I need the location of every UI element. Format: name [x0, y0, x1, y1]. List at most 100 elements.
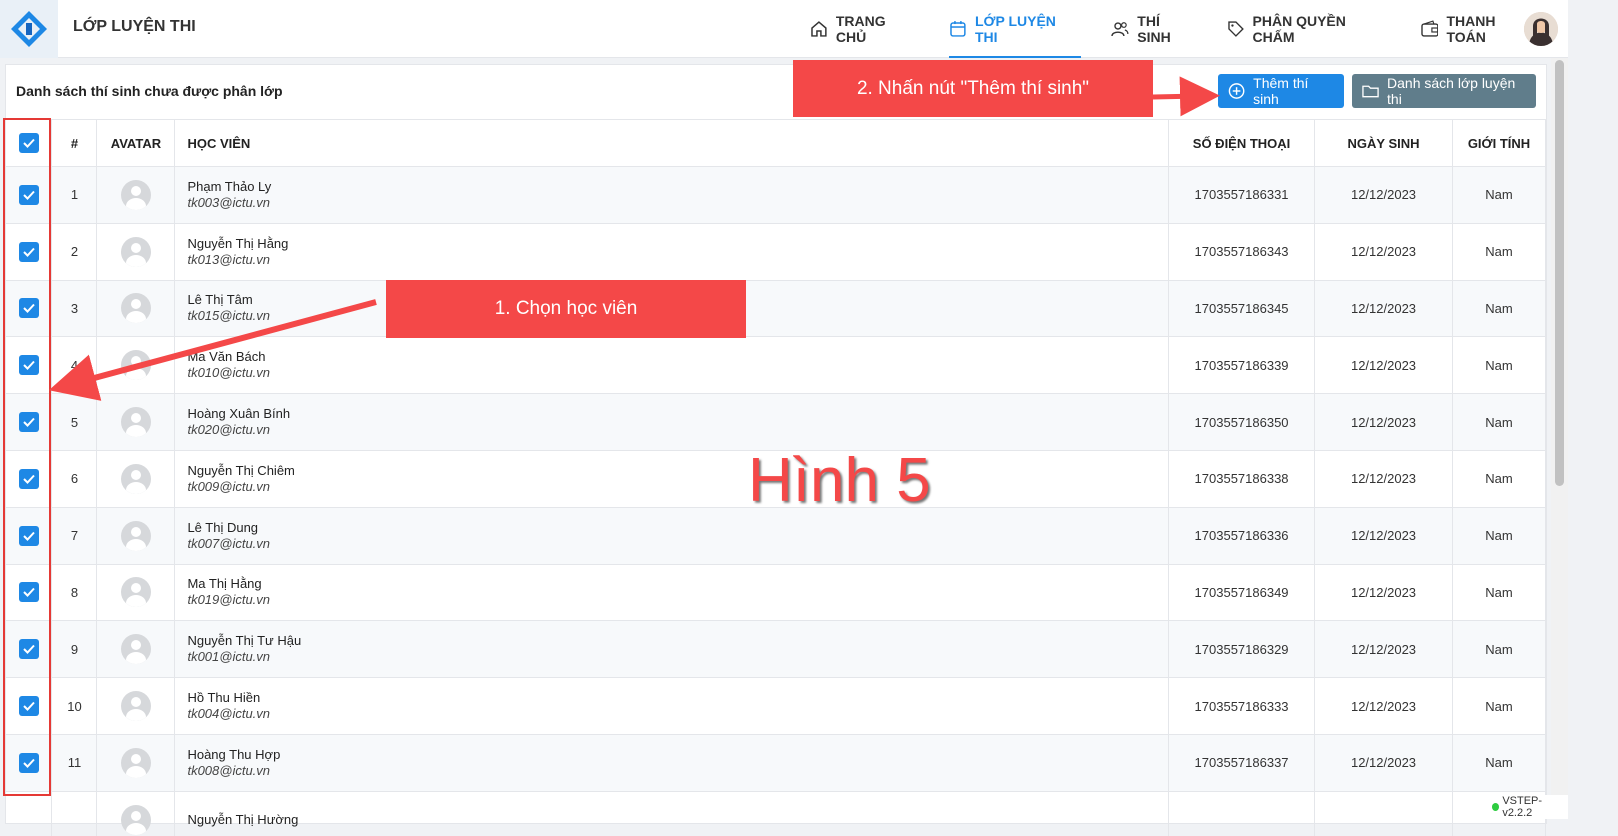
student-name: Nguyễn Thị Hường [187, 811, 299, 827]
table-row[interactable]: 10 Hồ Thu Hiền tk004@ictu.vn 1703557186333 1… [6, 677, 1546, 735]
row-phone: 1703557186339 [1168, 336, 1316, 395]
row-student-cell: Lê Thị Dung tk007@ictu.vn [174, 507, 1170, 565]
row-gender: Nam [1452, 564, 1546, 622]
row-student-cell: Nguyễn Thị Hường [174, 791, 1170, 836]
row-avatar-cell [96, 223, 176, 281]
avatar [120, 236, 151, 267]
student-name: Nguyễn Thị Chiêm [187, 462, 295, 478]
avatar [120, 804, 151, 835]
table-row[interactable]: 3 Lê Thị Tâm tk015@ictu.vn 1703557186345 12/… [6, 280, 1546, 338]
student-name: Ma Thị Hằng [187, 576, 262, 592]
plus-circle-icon [1228, 83, 1245, 99]
row-avatar-cell [96, 677, 176, 735]
figure-label: Hình 5 [748, 446, 931, 515]
student-email: tk009@ictu.vn [187, 478, 271, 494]
row-student-cell: Nguyễn Thị Hằng tk013@ictu.vn [174, 223, 1170, 281]
unassigned-candidates-panel: Danh sách thí sinh chưa được phân lớp Th… [5, 64, 1547, 836]
version-label: VSTEP-v2.2.2 [1502, 795, 1543, 819]
home-icon [811, 21, 827, 37]
row-phone: 1703557186333 [1168, 677, 1316, 735]
row-phone: 1703557186350 [1168, 393, 1316, 451]
student-email: tk019@ictu.vn [187, 592, 271, 608]
scrollbar-thumb[interactable] [1555, 60, 1564, 486]
student-email: tk008@ictu.vn [187, 762, 271, 778]
add-candidate-label: Thêm thí sinh [1253, 75, 1309, 107]
nav-payment[interactable]: THANH TOÁN [1420, 0, 1538, 58]
row-gender: Nam [1452, 507, 1546, 565]
row-avatar-cell [96, 791, 176, 836]
row-index: 9 [51, 620, 98, 679]
nav-home[interactable]: TRANG CHỦ [810, 0, 919, 58]
student-email: tk010@ictu.vn [187, 365, 271, 381]
row-index: 2 [51, 223, 98, 281]
table-row[interactable]: 2 Nguyễn Thị Hằng tk013@ictu.vn 17035571863… [6, 223, 1546, 281]
tag-icon [1227, 21, 1244, 37]
table-row[interactable]: 8 Ma Thị Hằng tk019@ictu.vn 1703557186349 12… [6, 564, 1546, 622]
page-scrollbar[interactable] [1551, 58, 1568, 810]
col-dob-header: NGÀY SINH [1314, 119, 1453, 167]
col-student-header: HỌC VIÊN [174, 119, 1170, 167]
user-avatar[interactable] [1524, 12, 1558, 46]
table-row[interactable]: 1 Phạm Thảo Ly tk003@ictu.vn 1703557186331 1… [6, 166, 1546, 224]
user-photo-icon [1524, 12, 1558, 46]
nav-classes[interactable]: LỚP LUYỆN THI [949, 0, 1082, 58]
table-row[interactable]: 4 Ma Văn Bách tk010@ictu.vn 1703557186339 12… [6, 336, 1546, 395]
row-avatar-cell [96, 393, 176, 451]
add-candidate-button[interactable]: Thêm thí sinh [1218, 74, 1344, 108]
row-dob [1314, 791, 1453, 836]
student-name: Lê Thị Dung [187, 519, 259, 535]
row-avatar-cell [96, 507, 176, 565]
row-phone: 1703557186331 [1168, 166, 1316, 224]
table-row[interactable]: Nguyễn Thị Hường [6, 791, 1546, 836]
top-header: LỚP LUYỆN THI TRANG CHỦ LỚP LUYỆN THI TH… [0, 0, 1568, 58]
row-student-cell: Hoàng Thu Hợp tk008@ictu.vn [174, 734, 1170, 792]
row-dob: 12/12/2023 [1314, 336, 1453, 395]
step1-callout: 1. Chọn học viên [386, 280, 746, 338]
row-gender: Nam [1452, 734, 1546, 792]
student-email: tk004@ictu.vn [187, 706, 271, 722]
avatar [120, 350, 151, 381]
row-dob: 12/12/2023 [1314, 507, 1453, 565]
checkbox-highlight-frame [3, 118, 51, 796]
nav-classes-label: LỚP LUYỆN THI [974, 13, 1056, 45]
row-gender: Nam [1452, 223, 1546, 281]
app-logo[interactable] [0, 0, 58, 58]
row-student-cell: Nguyễn Thị Tư Hậu tk001@ictu.vn [174, 620, 1170, 679]
table-row[interactable]: 11 Hoàng Thu Hợp tk008@ictu.vn 170355718633… [6, 734, 1546, 792]
row-gender: Nam [1452, 620, 1546, 679]
row-student-cell: Phạm Thảo Ly tk003@ictu.vn [174, 166, 1170, 224]
version-badge: VSTEP-v2.2.2 [1490, 795, 1568, 819]
table-row[interactable]: 5 Hoàng Xuân Bính tk020@ictu.vn 17035571863… [6, 393, 1546, 451]
table-row[interactable]: 9 Nguyễn Thị Tư Hậu tk001@ictu.vn 170355718… [6, 620, 1546, 679]
row-index: 10 [51, 677, 98, 735]
users-icon [1111, 22, 1129, 37]
nav-candidates-label: THÍ SINH [1137, 13, 1171, 45]
table-header-row: # AVATAR HỌC VIÊN SỐ ĐIỆN THOẠI NGÀY SIN… [6, 119, 1546, 167]
row-phone: 1703557186338 [1168, 450, 1316, 508]
col-avatar-header: AVATAR [96, 119, 176, 167]
logo-icon [11, 11, 47, 47]
row-dob: 12/12/2023 [1314, 564, 1453, 622]
class-list-label: Danh sách lớp luyện thi [1387, 75, 1516, 107]
avatar [120, 577, 151, 608]
row-dob: 12/12/2023 [1314, 734, 1453, 792]
row-phone: 1703557186329 [1168, 620, 1316, 679]
row-index: 11 [51, 734, 98, 792]
nav-candidates[interactable]: THÍ SINH [1111, 0, 1196, 58]
app-title: LỚP LUYỆN THI [73, 18, 196, 35]
row-student-cell: Hồ Thu Hiền tk004@ictu.vn [174, 677, 1170, 735]
class-list-button[interactable]: Danh sách lớp luyện thi [1352, 74, 1536, 108]
nav-grading-permission[interactable]: PHÂN QUYỀN CHẤM [1227, 0, 1391, 58]
main-nav: TRANG CHỦ LỚP LUYỆN THI THÍ SINH PHÂN QU… [810, 0, 1568, 58]
row-phone: 1703557186343 [1168, 223, 1316, 281]
row-avatar-cell [96, 620, 176, 679]
col-index-header: # [51, 119, 98, 167]
wallet-icon [1420, 20, 1439, 37]
avatar [120, 407, 151, 438]
row-student-cell: Nguyễn Thị Chiêm tk009@ictu.vn [174, 450, 1170, 508]
row-index: 3 [51, 280, 98, 338]
row-student-cell: Hoàng Xuân Bính tk020@ictu.vn [174, 393, 1170, 451]
row-select-cell [6, 791, 53, 836]
row-student-cell: Ma Thị Hằng tk019@ictu.vn [174, 564, 1170, 622]
row-avatar-cell [96, 336, 176, 395]
